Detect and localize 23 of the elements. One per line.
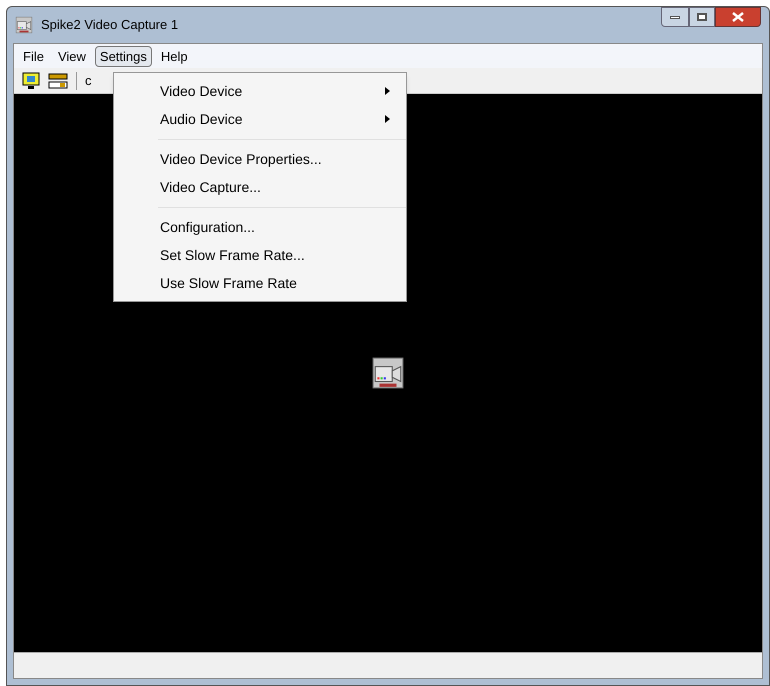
dropdown-item[interactable]: Audio Device bbox=[114, 105, 406, 133]
camera-icon bbox=[15, 16, 33, 34]
window-title: Spike2 Video Capture 1 bbox=[41, 16, 178, 34]
close-button[interactable] bbox=[715, 7, 761, 27]
dropdown-item[interactable]: Video Capture... bbox=[114, 173, 406, 201]
dropdown-item[interactable]: Configuration... bbox=[114, 213, 406, 241]
submenu-arrow-icon bbox=[385, 115, 390, 123]
close-icon bbox=[732, 12, 744, 22]
menu-item[interactable]: Settings bbox=[94, 46, 152, 66]
minimize-button[interactable] bbox=[661, 7, 689, 27]
submenu-arrow-icon bbox=[385, 87, 390, 95]
dropdown-item[interactable]: Use Slow Frame Rate bbox=[114, 269, 406, 297]
maximize-button[interactable] bbox=[689, 7, 715, 27]
dropdown-item[interactable]: Set Slow Frame Rate... bbox=[114, 241, 406, 269]
film-strip-icon[interactable] bbox=[48, 72, 68, 88]
video-camera-icon bbox=[371, 356, 405, 390]
menu-item[interactable]: File bbox=[18, 46, 49, 66]
menu-item[interactable]: View bbox=[52, 46, 91, 66]
menu-item[interactable]: Help bbox=[156, 46, 193, 66]
toolbar-text: c bbox=[85, 72, 92, 90]
monitor-icon[interactable] bbox=[22, 72, 40, 90]
dropdown-item[interactable]: Video Device Properties... bbox=[114, 145, 406, 173]
dropdown-item[interactable]: Video Device bbox=[114, 77, 406, 105]
